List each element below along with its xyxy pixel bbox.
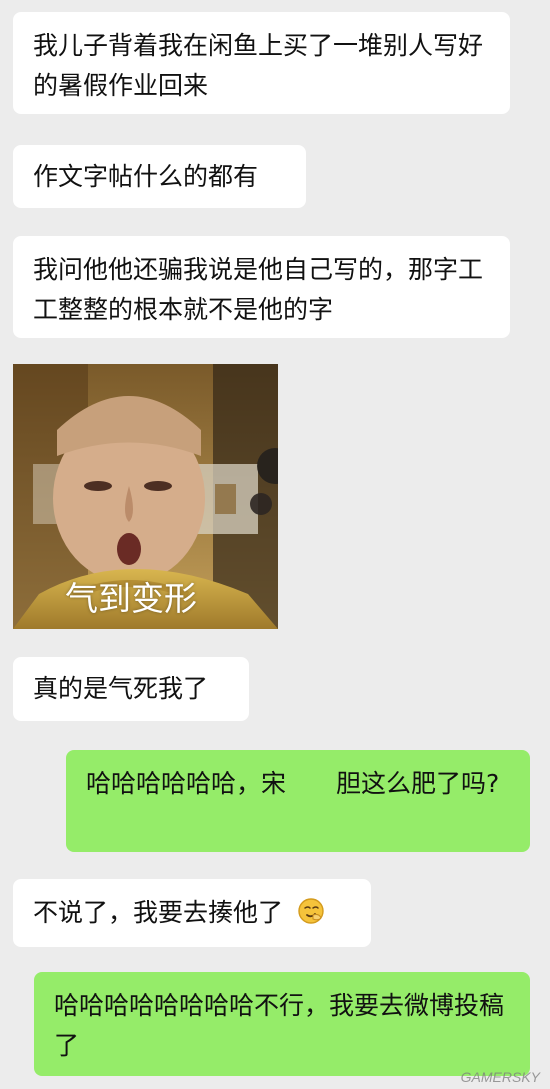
- sticker-image[interactable]: 气到变形: [13, 364, 278, 629]
- message-bubble-1[interactable]: 我儿子背着我在闲鱼上买了一堆别人写好的暑假作业回来: [13, 12, 510, 114]
- smirk-hand-emoji: [297, 897, 325, 925]
- message-bubble-6[interactable]: 哈哈哈哈哈哈，宋 胆这么肥了吗?: [66, 750, 530, 852]
- message-bubble-2[interactable]: 作文字帖什么的都有: [13, 145, 306, 208]
- message-text: 哈哈哈哈哈哈哈哈不行，我要去微博投稿了: [54, 991, 505, 1060]
- message-text: 真的是气死我了: [33, 674, 209, 703]
- message-bubble-3[interactable]: 我问他他还骗我说是他自己写的，那字工工整整的根本就不是他的字: [13, 236, 510, 338]
- message-text: 作文字帖什么的都有: [33, 162, 259, 191]
- message-bubble-8[interactable]: 哈哈哈哈哈哈哈哈不行，我要去微博投稿了: [34, 972, 530, 1076]
- message-text: 我问他他还骗我说是他自己写的，那字工工整整的根本就不是他的字: [33, 255, 484, 324]
- message-text: 不说了，我要去揍他了: [33, 898, 284, 927]
- watermark: GAMERSKY: [460, 1069, 540, 1085]
- message-text: 哈哈哈哈哈哈，宋 胆这么肥了吗?: [86, 769, 500, 798]
- message-text: 我儿子背着我在闲鱼上买了一堆别人写好的暑假作业回来: [33, 31, 484, 100]
- message-bubble-5[interactable]: 真的是气死我了: [13, 657, 249, 721]
- message-bubble-7[interactable]: 不说了，我要去揍他了: [13, 879, 371, 947]
- sticker-caption: 气到变形: [65, 579, 197, 618]
